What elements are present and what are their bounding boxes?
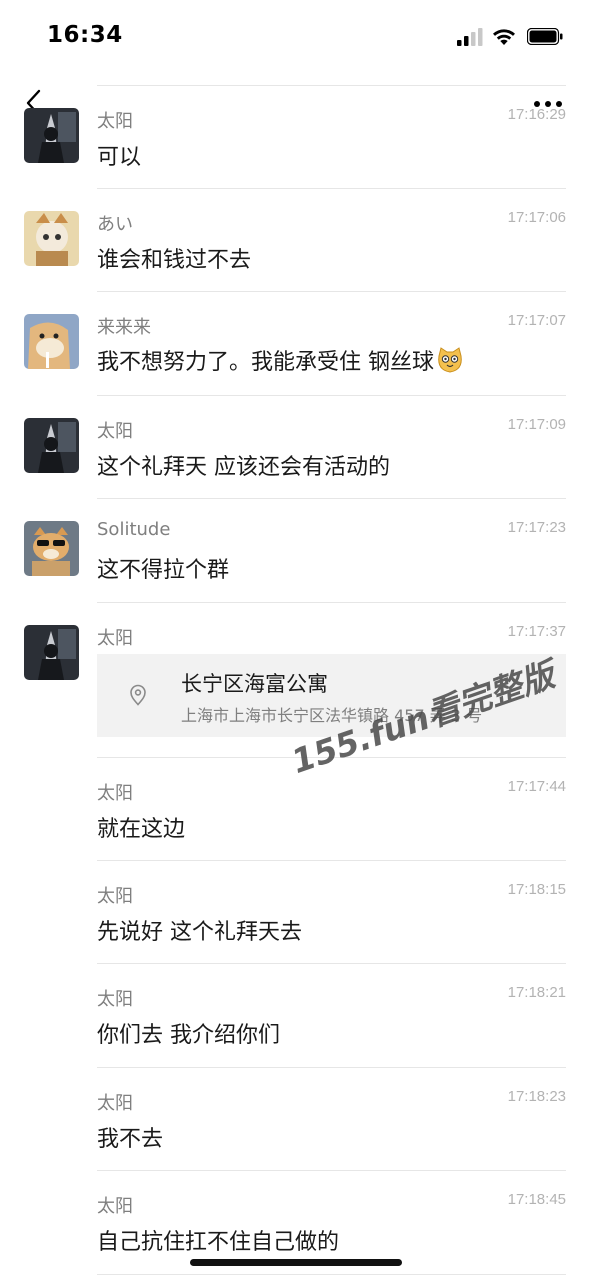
sender-name: 太阳 xyxy=(97,111,133,132)
message-time: 17:18:21 xyxy=(507,984,566,1001)
message-time: 17:17:37 xyxy=(507,623,566,640)
sender-name: 太阳 xyxy=(97,1196,133,1217)
divider xyxy=(97,291,566,292)
sender-name: 太阳 xyxy=(97,886,133,907)
cat-face-emoji-icon xyxy=(438,347,462,373)
status-time: 16:34 xyxy=(47,22,123,48)
cellular-signal-icon xyxy=(457,28,483,46)
message-time: 17:17:44 xyxy=(507,778,566,795)
message-time: 17:17:07 xyxy=(507,312,566,329)
message-text[interactable]: 这个礼拜天 应该还会有活动的 xyxy=(97,449,390,481)
message-time: 17:17:23 xyxy=(507,519,566,536)
battery-icon xyxy=(527,28,563,45)
home-indicator[interactable] xyxy=(190,1259,402,1266)
sender-name: 太阳 xyxy=(97,783,133,804)
divider xyxy=(97,1170,566,1171)
divider xyxy=(97,395,566,396)
message-time: 17:17:09 xyxy=(507,416,566,433)
divider xyxy=(97,963,566,964)
sender-name: 太阳 xyxy=(97,628,133,649)
message-item: あい 17:17:06 谁会和钱过不去 xyxy=(0,188,591,291)
location-title: 长宁区海富公寓 xyxy=(181,672,328,696)
message-time: 17:18:23 xyxy=(507,1088,566,1105)
message-time: 17:18:15 xyxy=(507,881,566,898)
warrior-avatar[interactable] xyxy=(24,418,79,473)
divider xyxy=(97,498,566,499)
message-item: Solitude 17:17:23 这不得拉个群 xyxy=(0,498,591,602)
message-text-content: 我不想努力了。我能承受住 钢丝球 xyxy=(97,350,434,375)
sender-name: Solitude xyxy=(97,519,171,540)
sender-name: 太阳 xyxy=(97,1093,133,1114)
message-text[interactable]: 谁会和钱过不去 xyxy=(97,242,251,274)
divider xyxy=(97,1274,566,1275)
sender-name: 来来来 xyxy=(97,317,151,338)
message-item: 太阳 17:17:09 这个礼拜天 应该还会有活动的 xyxy=(0,395,591,498)
warrior-avatar[interactable] xyxy=(24,108,79,163)
sender-name: 太阳 xyxy=(97,421,133,442)
divider xyxy=(97,188,566,189)
message-time: 17:18:45 xyxy=(507,1191,566,1208)
message-text[interactable]: 你们去 我介绍你们 xyxy=(97,1017,280,1049)
message-text[interactable]: 先说好 这个礼拜天去 xyxy=(97,914,302,946)
message-item: 太阳 17:18:21 你们去 我介绍你们 xyxy=(0,963,591,1067)
sender-name: 太阳 xyxy=(97,989,133,1010)
message-item: 太阳 17:18:23 我不去 xyxy=(0,1067,591,1170)
message-item: 太阳 17:16:29 可以 xyxy=(0,85,591,188)
wifi-icon xyxy=(493,29,515,45)
message-text[interactable]: 我不去 xyxy=(97,1121,163,1153)
message-text[interactable]: 我不想努力了。我能承受住 钢丝球 xyxy=(97,344,464,376)
message-time: 17:16:29 xyxy=(507,106,566,123)
sender-name: あい xyxy=(97,214,133,235)
divider xyxy=(97,602,566,603)
message-item: 太阳 17:18:15 先说好 这个礼拜天去 xyxy=(0,860,591,963)
divider xyxy=(97,860,566,861)
status-bar: 16:34 xyxy=(0,0,591,80)
divider xyxy=(97,1067,566,1068)
message-time: 17:17:06 xyxy=(507,209,566,226)
location-pin-icon xyxy=(130,684,146,706)
dog-avatar[interactable] xyxy=(24,314,79,369)
divider xyxy=(97,85,566,86)
message-text[interactable]: 可以 xyxy=(97,139,141,171)
message-text[interactable]: 这不得拉个群 xyxy=(97,552,229,584)
message-text[interactable]: 就在这边 xyxy=(97,811,185,843)
message-text[interactable]: 自己抗住扛不住自己做的 xyxy=(97,1224,339,1256)
message-item: 来来来 17:17:07 我不想努力了。我能承受住 钢丝球 xyxy=(0,291,591,395)
cat-avatar[interactable] xyxy=(24,211,79,266)
status-icons xyxy=(453,26,563,50)
warrior-avatar[interactable] xyxy=(24,625,79,680)
shiba-sunglasses-avatar[interactable] xyxy=(24,521,79,576)
